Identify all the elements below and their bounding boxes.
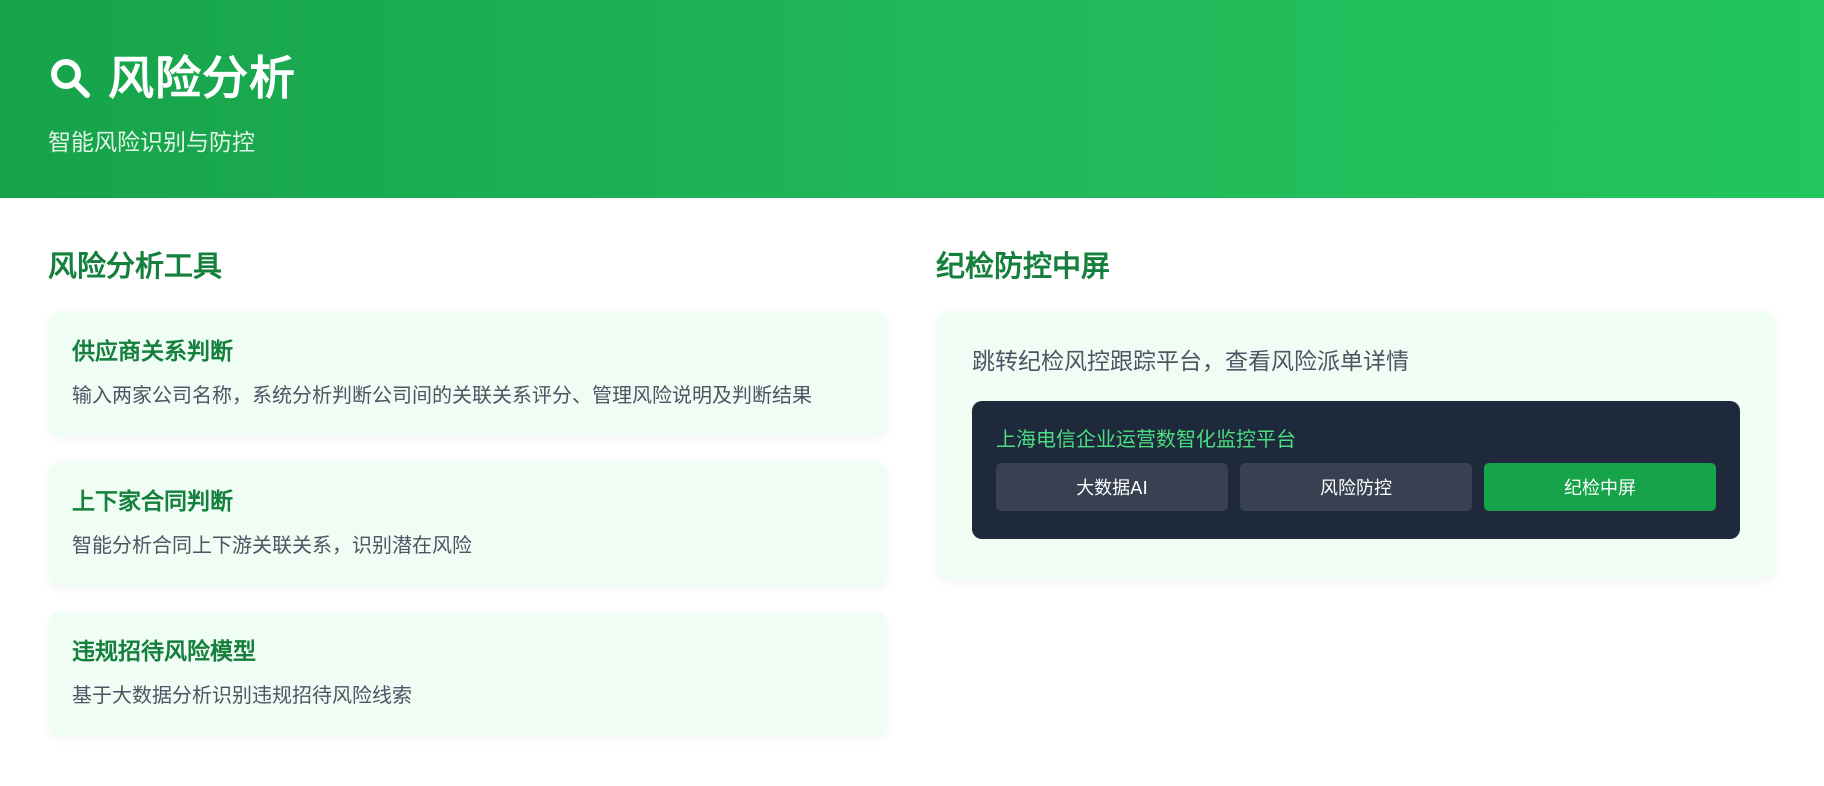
tool-card-description: 输入两家公司名称，系统分析判断公司间的关联关系评分、管理风险说明及判断结果	[72, 383, 812, 407]
header-title-row: 风险分析	[48, 48, 1776, 108]
tab-discipline-screen[interactable]: 纪检中屏	[1484, 463, 1716, 511]
platform-title: 上海电信企业运营数智化监控平台	[996, 427, 1296, 451]
screen-section-title: 纪检防控中屏	[936, 249, 1111, 283]
tool-card-title: 供应商关系判断	[72, 339, 233, 365]
page-subtitle: 智能风险识别与防控	[48, 130, 255, 156]
tool-card-description: 基于大数据分析识别违规招待风险线索	[72, 683, 412, 707]
hospitality-risk-card[interactable]: 违规招待风险模型 基于大数据分析识别违规招待风险线索	[48, 611, 888, 737]
tool-card-description: 智能分析合同上下游关联关系，识别潜在风险	[72, 533, 472, 557]
search-icon	[51, 59, 90, 98]
platform-preview-panel[interactable]: 上海电信企业运营数智化监控平台 大数据AI 风险防控 纪检中屏	[972, 401, 1740, 539]
page-title: 风险分析	[108, 51, 296, 105]
main-content: 风险分析工具 供应商关系判断 输入两家公司名称，系统分析判断公司间的关联关系评分…	[0, 198, 1824, 786]
tab-big-data-ai[interactable]: 大数据AI	[996, 463, 1228, 511]
tab-risk-control[interactable]: 风险防控	[1240, 463, 1472, 511]
discipline-screen-card[interactable]: 跳转纪检风控跟踪平台，查看风险派单详情 上海电信企业运营数智化监控平台 大数据A…	[936, 311, 1776, 579]
supplier-relation-card[interactable]: 供应商关系判断 输入两家公司名称，系统分析判断公司间的关联关系评分、管理风险说明…	[48, 311, 888, 437]
tool-card-title: 违规招待风险模型	[72, 639, 256, 665]
tools-section-title: 风险分析工具	[48, 249, 223, 283]
jump-description: 跳转纪检风控跟踪平台，查看风险派单详情	[972, 349, 1409, 375]
contract-relation-card[interactable]: 上下家合同判断 智能分析合同上下游关联关系，识别潜在风险	[48, 461, 888, 587]
page-header: 风险分析 智能风险识别与防控	[0, 0, 1824, 198]
platform-tabs: 大数据AI 风险防控 纪检中屏	[996, 463, 1716, 511]
tool-card-title: 上下家合同判断	[72, 489, 233, 515]
